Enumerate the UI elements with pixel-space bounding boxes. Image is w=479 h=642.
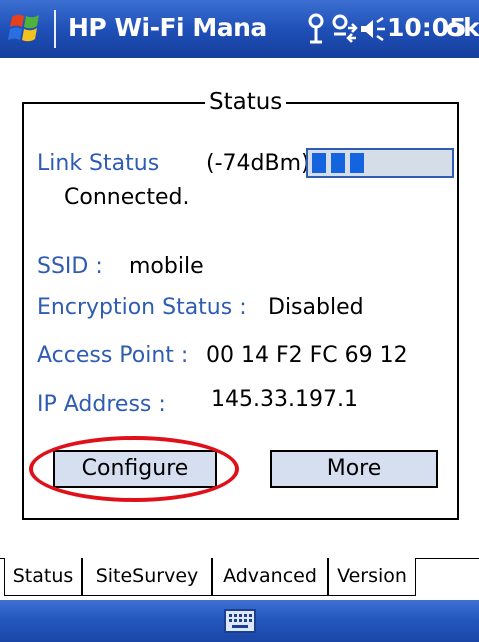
bottom-menu-bar (0, 600, 479, 642)
access-point-value: 00 14 F2 FC 69 12 (206, 343, 408, 368)
tab-version[interactable]: Version (328, 558, 416, 596)
tab-status[interactable]: Status (4, 558, 82, 596)
highlight-circle (29, 436, 239, 502)
signal-segment (331, 153, 345, 173)
ok-button[interactable]: ok (446, 13, 479, 42)
tab-strip: Status SiteSurvey Advanced Version (0, 558, 479, 600)
signal-strength-value: (-74dBm) (206, 151, 310, 176)
link-status-label: Link Status (37, 151, 160, 176)
ip-address-value: 145.33.197.1 (211, 387, 358, 412)
encryption-value: Disabled (268, 295, 364, 320)
ssid-label: SSID : (37, 254, 103, 279)
app-title: HP Wi-Fi Mana (68, 13, 267, 42)
antenna-icon[interactable] (305, 12, 327, 46)
tab-advanced[interactable]: Advanced (212, 558, 328, 596)
connection-state: Connected. (64, 185, 190, 210)
encryption-label: Encryption Status : (37, 295, 247, 320)
speaker-icon[interactable] (357, 12, 387, 46)
title-separator (54, 10, 56, 48)
signal-segment (312, 153, 326, 173)
signal-segment (350, 153, 364, 173)
access-point-label: Access Point : (37, 343, 189, 368)
keyboard-icon[interactable] (224, 608, 256, 634)
connectivity-icon[interactable] (330, 12, 358, 46)
more-button[interactable]: More (270, 450, 438, 488)
signal-strength-bar (306, 148, 454, 178)
title-bar: HP Wi-Fi Mana 10:05 ok (0, 0, 479, 58)
tab-sitesurvey[interactable]: SiteSurvey (82, 558, 212, 596)
windows-start-icon[interactable] (6, 11, 46, 47)
ssid-value: mobile (129, 254, 204, 279)
status-group-title: Status (205, 89, 287, 115)
ip-address-label: IP Address : (37, 392, 166, 417)
